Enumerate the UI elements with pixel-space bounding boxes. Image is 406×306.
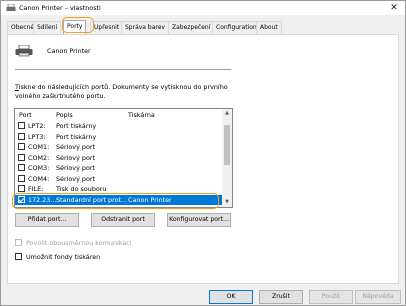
scroll-down-icon[interactable]: ▼ bbox=[222, 198, 232, 207]
port-checkbox[interactable] bbox=[18, 132, 25, 140]
add-port-button[interactable]: Přidat port... bbox=[15, 213, 79, 227]
bidirectional-label: Povolit obousměrnou komunikaci bbox=[26, 239, 132, 247]
tab-about[interactable]: About bbox=[256, 21, 282, 34]
port-name: LPT3: bbox=[28, 132, 46, 141]
description-line2: volného zaškrtnutého portu. bbox=[15, 92, 106, 100]
tab-sdileni[interactable]: Sdílení bbox=[33, 21, 62, 34]
header-tiskarna[interactable]: Tiskárna bbox=[128, 111, 155, 119]
port-checkbox[interactable] bbox=[18, 164, 25, 171]
list-item[interactable]: LPT3: Port tiskárny bbox=[15, 132, 222, 143]
ok-button[interactable]: OK bbox=[209, 290, 253, 304]
ports-list-header: Port Popis Tiskárna bbox=[15, 109, 222, 120]
port-name: COM1: bbox=[28, 143, 50, 151]
port-checkbox[interactable] bbox=[18, 174, 25, 182]
ports-list[interactable]: Port Popis Tiskárna LPT2: Port tiskárny … bbox=[14, 108, 233, 208]
list-scrollbar[interactable]: ▲ ▼ bbox=[222, 109, 232, 207]
tab-porty[interactable]: Porty bbox=[63, 20, 87, 34]
port-description: Sériový port bbox=[56, 174, 95, 183]
port-description: Port tiskárny bbox=[56, 132, 97, 141]
printer-app-icon bbox=[6, 4, 16, 11]
tab-zabezpeceni[interactable]: Zabezpečení bbox=[168, 21, 215, 34]
list-item[interactable]: FILE: Tisk do souboru bbox=[15, 184, 222, 195]
port-description: Port tiskárny bbox=[56, 122, 97, 130]
port-name: 172.23... bbox=[28, 195, 57, 204]
delete-port-button[interactable]: Odstranit port bbox=[91, 213, 155, 227]
apply-button: Použít bbox=[309, 290, 353, 304]
title-bar: Canon Printer – vlastnosti ✕ bbox=[1, 1, 405, 15]
port-description: Standardní port prot... bbox=[56, 195, 128, 204]
list-item[interactable]: COM3: Sériový port bbox=[15, 163, 222, 174]
scroll-thumb[interactable] bbox=[224, 125, 230, 165]
description-line1: iskne do následujících portů. Dokumenty … bbox=[18, 83, 228, 91]
port-description: Sériový port bbox=[56, 143, 95, 151]
list-item-selected[interactable]: 172.23... Standardní port prot... Canon … bbox=[15, 194, 222, 205]
port-printer: Canon Printer bbox=[128, 195, 172, 204]
printer-icon bbox=[15, 45, 33, 57]
printer-name: Canon Printer bbox=[47, 47, 91, 55]
port-description: Sériový port bbox=[56, 153, 95, 162]
window-title: Canon Printer – vlastnosti bbox=[19, 4, 101, 12]
list-item[interactable]: COM2: Sériový port bbox=[15, 153, 222, 164]
port-checkbox[interactable] bbox=[18, 153, 25, 161]
port-description: Tisk do souboru bbox=[56, 185, 107, 193]
tab-configuration[interactable]: Configuration bbox=[212, 21, 261, 34]
list-item[interactable]: COM4: Sériový port bbox=[15, 174, 222, 185]
header-port[interactable]: Port bbox=[19, 111, 32, 119]
ports-description: Tiskne do následujících portů. Dokumenty… bbox=[15, 83, 235, 101]
close-icon[interactable]: ✕ bbox=[387, 2, 401, 14]
port-checkbox[interactable] bbox=[18, 122, 25, 129]
properties-window: Canon Printer – vlastnosti ✕ Obecné Sdíl… bbox=[0, 0, 406, 306]
port-name: COM4: bbox=[28, 174, 50, 183]
bidirectional-checkbox bbox=[15, 239, 22, 246]
port-description: Sériový port bbox=[56, 164, 95, 172]
list-item[interactable]: LPT2: Port tiskárny bbox=[15, 121, 222, 132]
separator bbox=[15, 69, 231, 70]
scroll-up-icon[interactable]: ▲ bbox=[222, 109, 232, 118]
configure-port-button[interactable]: Konfigurovat port... bbox=[167, 213, 231, 227]
port-checkbox[interactable] bbox=[18, 143, 25, 150]
port-checkbox-checked[interactable] bbox=[18, 195, 25, 203]
pooling-label: Umožnit fondy tiskáren bbox=[26, 253, 101, 261]
list-item[interactable]: COM1: Sériový port bbox=[15, 142, 222, 153]
cancel-button[interactable]: Zrušit bbox=[259, 290, 303, 304]
tab-upresnit[interactable]: Upřesnit bbox=[90, 21, 124, 34]
port-name: FILE: bbox=[28, 185, 44, 193]
port-name: COM2: bbox=[28, 153, 50, 162]
help-button: Nápověda bbox=[355, 290, 401, 304]
port-checkbox[interactable] bbox=[18, 185, 25, 192]
header-popis[interactable]: Popis bbox=[56, 111, 73, 119]
tab-sprava-barev[interactable]: Správa barev bbox=[121, 21, 169, 34]
port-name: COM3: bbox=[28, 164, 50, 172]
pooling-checkbox[interactable] bbox=[15, 253, 22, 260]
port-name: LPT2: bbox=[28, 122, 46, 130]
